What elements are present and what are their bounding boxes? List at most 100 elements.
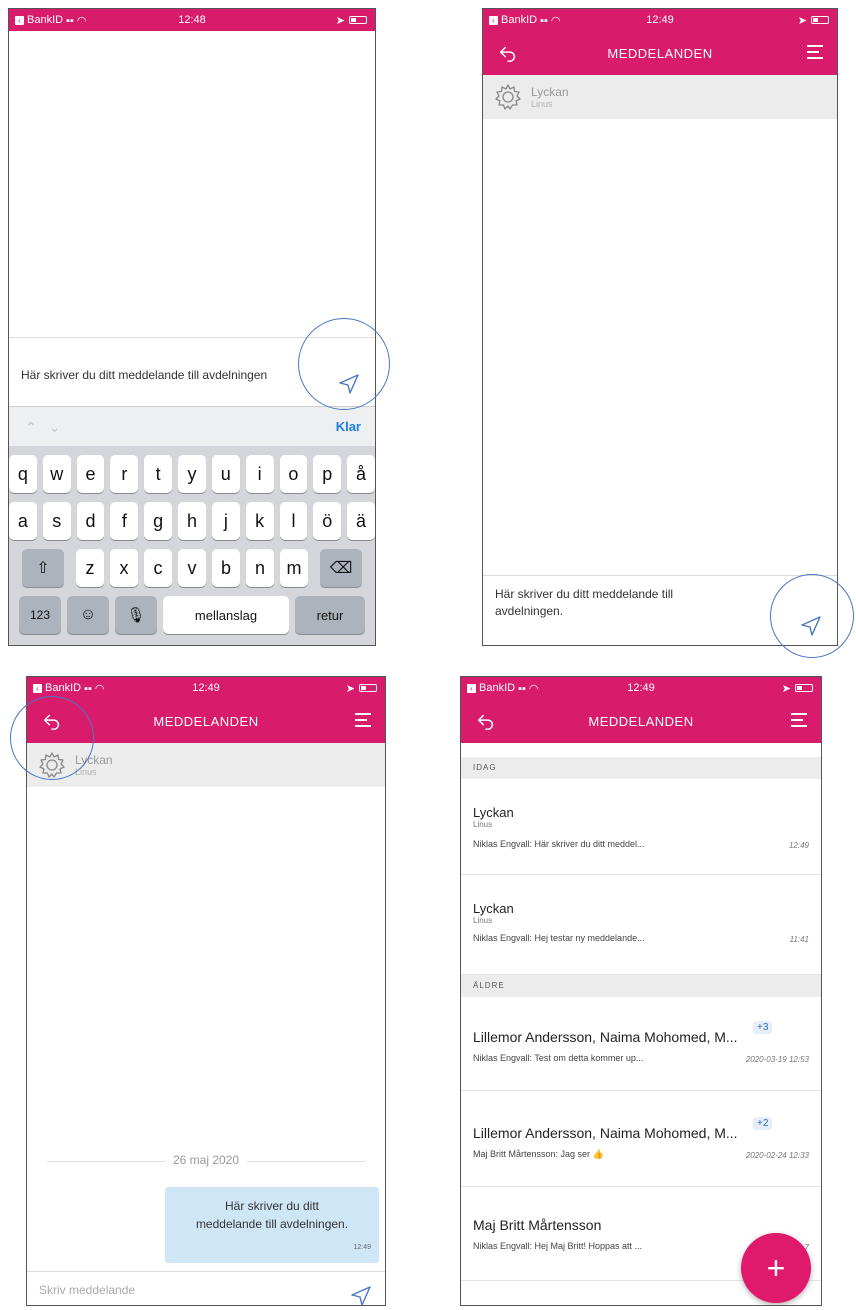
return-key[interactable]: retur xyxy=(295,596,365,634)
participants-badge: +3 xyxy=(753,1021,773,1034)
gear-icon[interactable] xyxy=(493,82,523,112)
hamburger-menu-icon[interactable] xyxy=(807,45,823,59)
key-t[interactable]: t xyxy=(144,455,173,493)
section-header-older: ÄLDRE xyxy=(461,975,821,997)
row-date: 2020-02-24 12:33 xyxy=(745,1151,809,1160)
back-to-app-icon[interactable]: ‹ xyxy=(33,683,42,693)
keyboard: ⌃⌄ Klar qwertyuiopå asdfghjklöä ⇧ zxcvbn… xyxy=(9,406,375,645)
message-bubble[interactable]: Här skriver du ditt meddelande till avde… xyxy=(165,1187,379,1263)
key-p[interactable]: p xyxy=(313,455,342,493)
key-w[interactable]: w xyxy=(42,455,71,493)
key-u[interactable]: u xyxy=(211,455,240,493)
field-nav-arrows-icon[interactable]: ⌃⌄ xyxy=(25,419,72,436)
status-time: 12:49 xyxy=(192,682,220,694)
conversation-header[interactable]: Lyckan Linus xyxy=(483,75,837,119)
screen-message-list: ‹ BankID ▪▪ ◠ 12:49 ➤ MEDDELANDEN IDAG Lyc… xyxy=(460,676,822,1306)
key-k[interactable]: k xyxy=(245,502,274,540)
new-message-button[interactable]: + xyxy=(741,1233,811,1303)
key-x[interactable]: x xyxy=(110,549,138,587)
key-e[interactable]: e xyxy=(76,455,105,493)
send-icon[interactable] xyxy=(337,372,361,396)
send-icon[interactable] xyxy=(349,1284,373,1306)
key-d[interactable]: d xyxy=(76,502,105,540)
key-s[interactable]: s xyxy=(42,502,71,540)
numbers-key[interactable]: 123 xyxy=(19,596,61,634)
key-ä[interactable]: ä xyxy=(347,502,375,540)
conversation-name: Lyckan xyxy=(531,85,569,99)
microphone-key[interactable]: 🎙 xyxy=(115,596,157,634)
row-title: Maj Britt Mårtensson xyxy=(473,1217,602,1233)
key-r[interactable]: r xyxy=(110,455,139,493)
location-icon: ➤ xyxy=(781,682,791,695)
key-ö[interactable]: ö xyxy=(313,502,342,540)
conversation-row[interactable]: Lillemor Andersson, Naima Mohomed, M... … xyxy=(461,1091,821,1187)
signal-icon: ▪▪ ◠ xyxy=(84,682,105,695)
key-j[interactable]: j xyxy=(211,502,240,540)
battery-icon xyxy=(811,16,829,24)
message-input[interactable]: Här skriver du ditt meddelande till avde… xyxy=(495,586,673,620)
row-message-preview: Niklas Engvall: Test om detta kommer up.… xyxy=(473,1053,644,1063)
shift-key[interactable]: ⇧ xyxy=(22,549,64,587)
date-divider: 26 maj 2020 xyxy=(47,1151,365,1171)
conversation-header[interactable]: Lyckan Linus xyxy=(27,743,385,787)
conversation-row[interactable]: Lillemor Andersson, Naima Mohomed, M... … xyxy=(461,997,821,1091)
back-to-app-icon[interactable]: ‹ xyxy=(467,683,476,693)
app-header: MEDDELANDEN xyxy=(483,31,837,75)
page-title: MEDDELANDEN xyxy=(607,45,713,61)
section-header-today: IDAG xyxy=(461,757,821,779)
key-i[interactable]: i xyxy=(245,455,274,493)
message-composer: Här skriver du ditt meddelande till avde… xyxy=(9,337,375,407)
keyboard-row-3: ⇧ zxcvbnm ⌫ xyxy=(9,549,375,587)
message-input[interactable]: Här skriver du ditt meddelande till avde… xyxy=(21,367,267,384)
key-n[interactable]: n xyxy=(246,549,274,587)
key-q[interactable]: q xyxy=(9,455,37,493)
back-arrow-icon[interactable] xyxy=(475,710,497,732)
hamburger-menu-icon[interactable] xyxy=(791,713,807,727)
key-c[interactable]: c xyxy=(144,549,172,587)
row-title: Lillemor Andersson, Naima Mohomed, M... xyxy=(473,1029,738,1045)
location-icon: ➤ xyxy=(345,682,355,695)
screen-compose-keyboard: ‹ BankID ▪▪ ◠ 12:48 ➤ Här skriver du ditt … xyxy=(8,8,376,646)
location-icon: ➤ xyxy=(797,14,807,27)
key-b[interactable]: b xyxy=(212,549,240,587)
key-z[interactable]: z xyxy=(76,549,104,587)
conversation-row[interactable]: Lyckan Linus Niklas Engvall: Här skriver… xyxy=(461,779,821,875)
message-text-line1: Här skriver du ditt xyxy=(224,1199,320,1213)
signal-icon: ▪▪ ◠ xyxy=(518,682,539,695)
row-message-preview: Niklas Engvall: Här skriver du ditt medd… xyxy=(473,839,645,849)
key-l[interactable]: l xyxy=(279,502,308,540)
back-arrow-icon[interactable] xyxy=(41,710,63,732)
key-f[interactable]: f xyxy=(110,502,139,540)
key-h[interactable]: h xyxy=(178,502,206,540)
message-text-line2: meddelande till avdelningen. xyxy=(195,1217,349,1231)
gear-icon[interactable] xyxy=(37,750,67,780)
key-y[interactable]: y xyxy=(178,455,206,493)
key-g[interactable]: g xyxy=(144,502,173,540)
back-arrow-icon[interactable] xyxy=(497,42,519,64)
space-key[interactable]: mellanslag xyxy=(163,596,289,634)
app-header: MEDDELANDEN xyxy=(461,699,821,743)
backspace-key[interactable]: ⌫ xyxy=(320,549,362,587)
conversation-row[interactable]: Lyckan Linus Niklas Engvall: Hej testar … xyxy=(461,875,821,975)
battery-icon xyxy=(349,16,367,24)
hamburger-menu-icon[interactable] xyxy=(355,713,371,727)
message-input[interactable]: Skriv meddelande xyxy=(39,1282,135,1299)
location-icon: ➤ xyxy=(335,14,345,27)
row-date: 12:49 xyxy=(788,841,809,850)
key-a[interactable]: a xyxy=(9,502,37,540)
status-bar: ‹ BankID ▪▪ ◠ 12:49 ➤ xyxy=(461,677,821,699)
row-title: Lyckan xyxy=(473,805,514,820)
key-v[interactable]: v xyxy=(178,549,206,587)
done-button[interactable]: Klar xyxy=(336,419,361,434)
emoji-key[interactable]: ☺ xyxy=(67,596,109,634)
battery-icon xyxy=(795,684,813,692)
key-m[interactable]: m xyxy=(280,549,308,587)
row-subtitle: Linus xyxy=(473,916,493,925)
send-icon[interactable] xyxy=(799,614,823,638)
status-bar: ‹ BankID ▪▪ ◠ 12:49 ➤ xyxy=(27,677,385,699)
key-å[interactable]: å xyxy=(347,455,375,493)
conversation-subtitle: Linus xyxy=(531,99,553,109)
back-to-app-icon[interactable]: ‹ xyxy=(489,15,498,25)
key-o[interactable]: o xyxy=(279,455,308,493)
back-to-app-icon[interactable]: ‹ xyxy=(15,15,24,25)
